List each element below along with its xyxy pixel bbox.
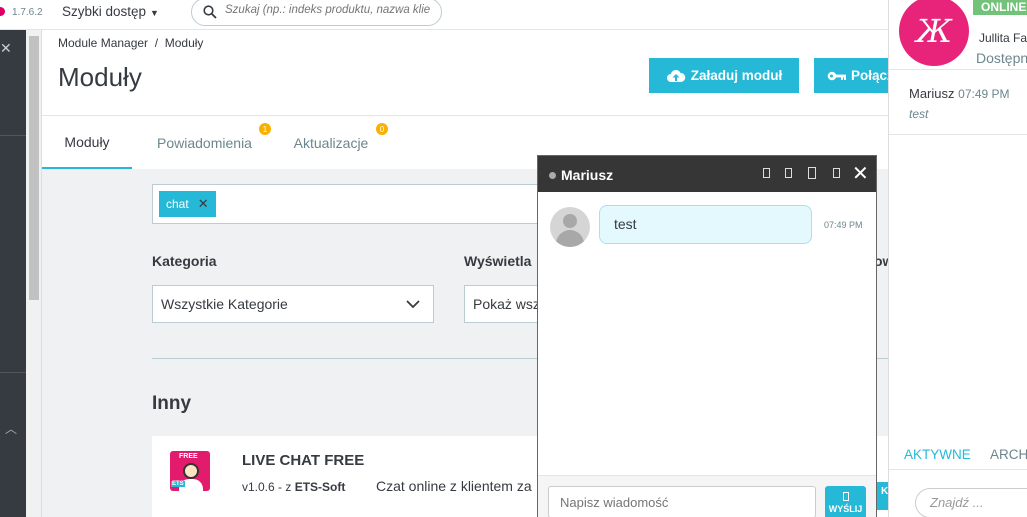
scrollbar[interactable] bbox=[26, 30, 42, 517]
app-window: 1.7.6.2 Szybki dostęp▼ ✕ ︿ Module Manage… bbox=[0, 0, 1027, 517]
page-title: Moduły bbox=[58, 62, 142, 92]
close-icon[interactable]: ✕ bbox=[0, 40, 12, 57]
expand-icon[interactable] bbox=[833, 168, 840, 178]
category-label: Kategoria bbox=[152, 253, 217, 269]
conversation-item[interactable]: Mariusz 07:49 PM bbox=[909, 86, 1010, 101]
tab-label: Aktualizacje bbox=[293, 135, 369, 151]
agent-avatar[interactable]: Ж bbox=[899, 0, 969, 66]
chat-side-panel: Ж ONLINE Jullita Fas Dostępn Mariusz 07:… bbox=[888, 0, 1027, 517]
tab-archive[interactable]: ARCH bbox=[990, 447, 1027, 462]
agent-availability[interactable]: Dostępn bbox=[976, 50, 1027, 66]
conversation-name: Mariusz bbox=[909, 86, 955, 101]
notification-badge: 1 bbox=[259, 123, 271, 135]
module-version-prefix: v1.0.6 - z bbox=[242, 480, 295, 494]
breadcrumb[interactable]: Module Manager / Moduły bbox=[58, 36, 203, 50]
avatar bbox=[550, 207, 590, 247]
module-logo-free-text: FREE bbox=[179, 453, 198, 460]
chevron-down-icon bbox=[406, 300, 420, 309]
module-filter-input[interactable]: chat ✕ bbox=[152, 184, 552, 224]
agent-header: Ж ONLINE Jullita Fas Dostępn bbox=[889, 0, 1027, 70]
tab-updates[interactable]: Aktualizacje 0 bbox=[282, 116, 388, 170]
close-icon[interactable]: ✕ bbox=[852, 161, 869, 186]
display-select-value: Pokaż wsz bbox=[473, 296, 540, 312]
minimize-icon[interactable] bbox=[763, 168, 770, 178]
search-input[interactable] bbox=[225, 4, 437, 16]
chat-contact-name: Mariusz bbox=[561, 167, 614, 183]
tab-modules[interactable]: Moduły bbox=[42, 116, 132, 170]
caret-down-icon: ▼ bbox=[150, 8, 159, 18]
category-select-value: Wszystkie Kategorie bbox=[161, 296, 288, 312]
conversation-preview: test bbox=[909, 107, 929, 121]
maximize-icon[interactable] bbox=[808, 167, 816, 179]
conversation-search-input[interactable]: Znajdź ... bbox=[915, 488, 1027, 517]
chat-header: Mariusz ✕ bbox=[538, 156, 876, 192]
face-icon bbox=[183, 463, 199, 479]
sidebar: ✕ ︿ bbox=[0, 30, 26, 517]
cloud-upload-icon bbox=[666, 69, 685, 82]
chat-message-bubble: test bbox=[599, 205, 812, 244]
module-version: v1.0.6 - z ETS-Soft bbox=[242, 480, 345, 494]
sidebar-divider bbox=[0, 372, 26, 373]
message-time: 07:49 PM bbox=[824, 220, 863, 230]
display-label: Wyświetla bbox=[464, 253, 532, 269]
status-dot-icon bbox=[549, 172, 556, 179]
top-bar: 1.7.6.2 Szybki dostęp ▼ bbox=[0, 0, 890, 30]
conversation-time: 07:49 PM bbox=[958, 87, 1010, 101]
filter-tag: chat ✕ bbox=[159, 191, 216, 217]
tab-notifications[interactable]: Powiadomienia 1 bbox=[142, 116, 271, 170]
tab-label: Moduły bbox=[64, 133, 110, 150]
upload-module-button[interactable]: Załaduj moduł bbox=[649, 58, 799, 93]
version-label: 1.7.6.2 bbox=[12, 7, 43, 18]
restore-icon[interactable] bbox=[785, 168, 792, 178]
section-title: Inny bbox=[152, 393, 192, 414]
chevron-up-icon[interactable]: ︿ bbox=[5, 420, 17, 437]
tab-active[interactable]: AKTYWNE bbox=[904, 447, 971, 462]
module-logo-icon: FREE ETS bbox=[170, 451, 210, 491]
online-status-badge[interactable]: ONLINE bbox=[973, 0, 1027, 15]
search-box[interactable] bbox=[191, 0, 442, 26]
tab-label: Powiadomienia bbox=[157, 135, 252, 151]
send-button[interactable]: WYŚLIJ bbox=[825, 486, 866, 517]
scrollbar-thumb[interactable] bbox=[29, 36, 39, 300]
category-select[interactable]: Wszystkie Kategorie bbox=[152, 285, 434, 323]
updates-badge: 0 bbox=[376, 123, 388, 135]
user-body-icon bbox=[556, 230, 584, 247]
user-head-icon bbox=[563, 214, 577, 228]
chat-window: Mariusz ✕ test 07:49 PM WYŚLIJ bbox=[537, 155, 877, 517]
chat-footer: WYŚLIJ bbox=[538, 475, 876, 517]
module-author[interactable]: ETS-Soft bbox=[295, 480, 346, 494]
message-input[interactable] bbox=[548, 486, 816, 517]
upload-module-label: Załaduj moduł bbox=[690, 68, 783, 83]
prestashop-logo-icon[interactable] bbox=[0, 7, 5, 16]
agent-name: Jullita Fas bbox=[979, 31, 1027, 45]
search-icon bbox=[203, 5, 217, 19]
divider bbox=[889, 134, 1027, 135]
sidebar-divider bbox=[0, 135, 26, 136]
module-logo-ets-text: ETS bbox=[171, 481, 185, 487]
remove-tag-icon[interactable]: ✕ bbox=[198, 196, 209, 212]
module-description: Czat online z klientem za bbox=[376, 478, 532, 494]
quick-access-dropdown[interactable]: Szybki dostęp ▼ bbox=[62, 4, 159, 19]
page-header: Module Manager / Moduły Moduły Załaduj m… bbox=[42, 30, 904, 115]
filter-tag-label: chat bbox=[166, 197, 189, 211]
module-name: LIVE CHAT FREE bbox=[242, 452, 365, 469]
conversation-tabs: AKTYWNE ARCH bbox=[889, 440, 1027, 470]
key-icon bbox=[827, 71, 846, 80]
quick-access-label: Szybki dostęp bbox=[62, 4, 147, 19]
send-label: WYŚLIJ bbox=[828, 504, 863, 514]
send-icon bbox=[842, 492, 849, 501]
